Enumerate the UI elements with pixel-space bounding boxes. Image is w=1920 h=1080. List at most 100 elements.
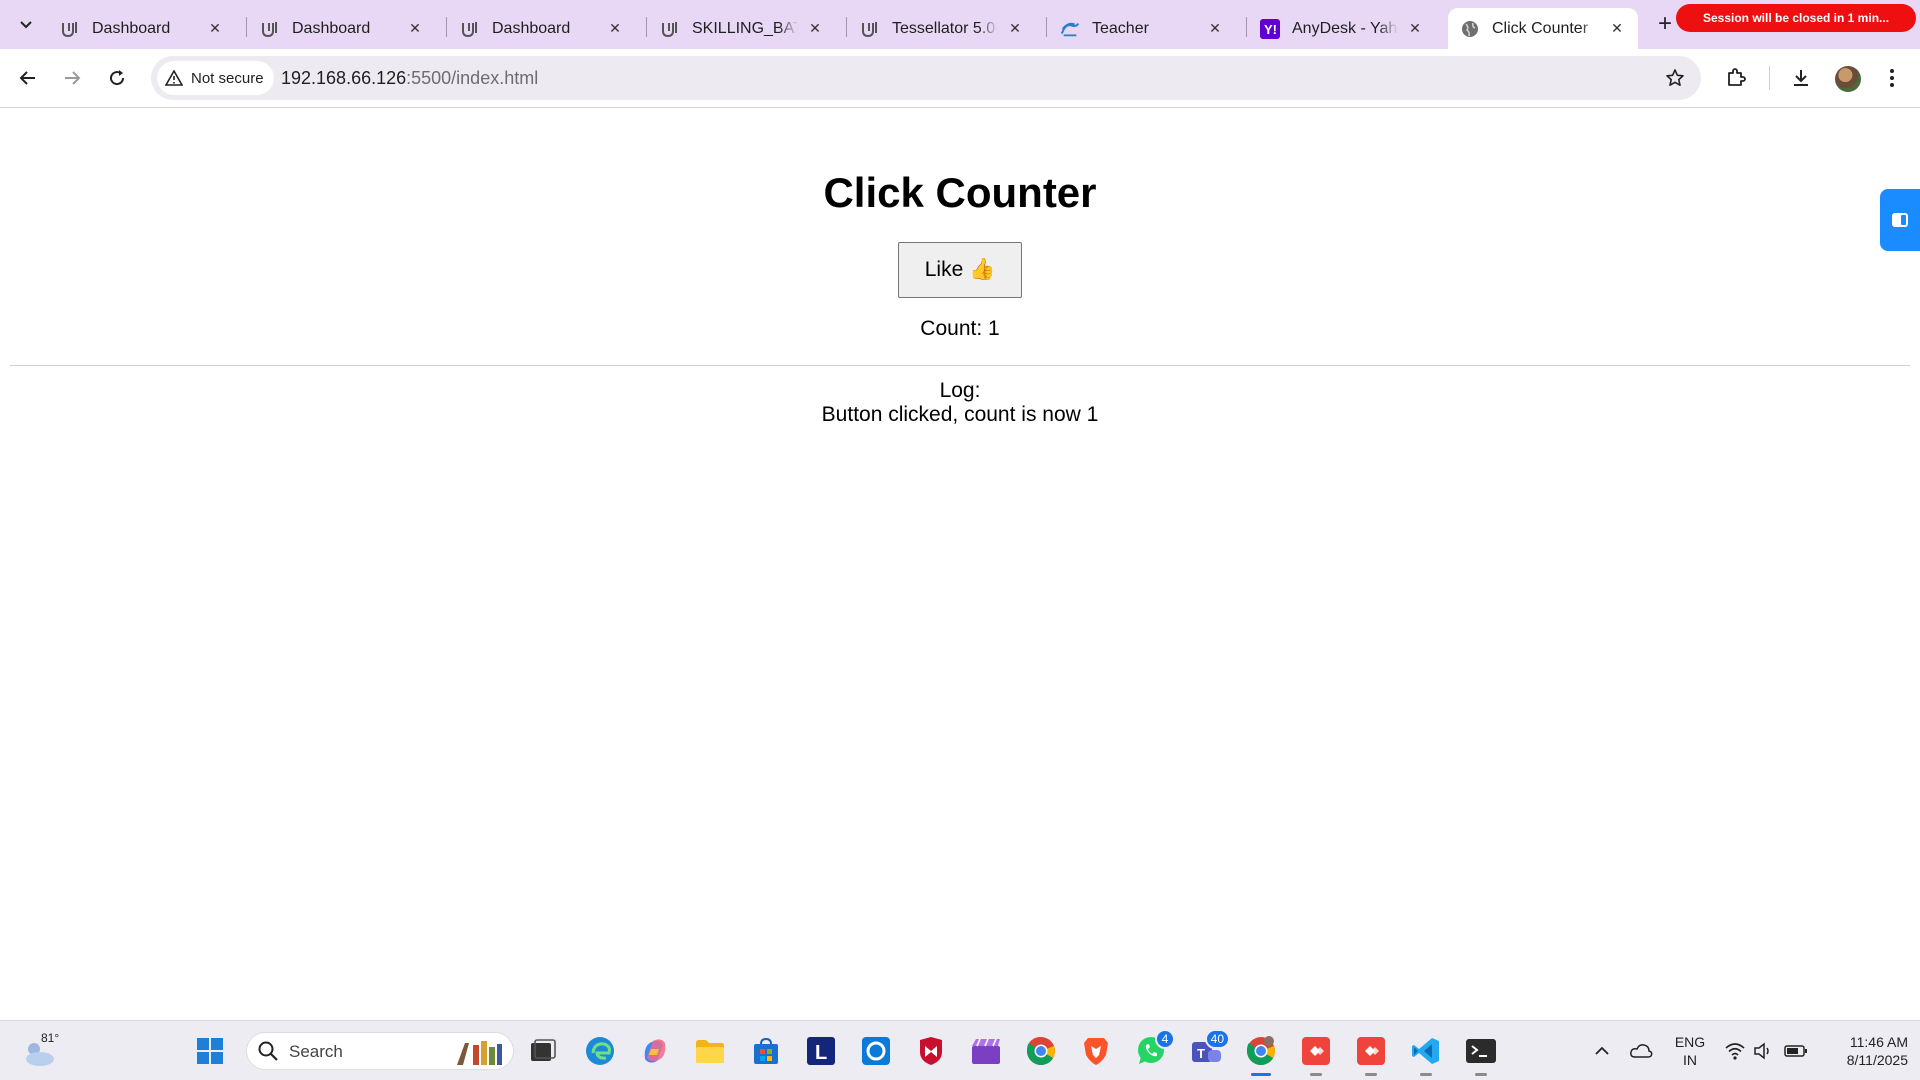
tab-title: Teacher <box>1092 19 1149 37</box>
copilot-app[interactable] <box>637 1033 673 1069</box>
star-icon <box>1666 69 1684 86</box>
weather-widget[interactable]: 81° <box>22 1031 62 1071</box>
teacher-icon <box>1060 19 1080 39</box>
volume-tray[interactable] <box>1751 1033 1775 1069</box>
log-section: Log: Button clicked, count is now 1 <box>0 379 1920 427</box>
arrow-right-icon <box>65 71 81 85</box>
task-view-button[interactable] <box>525 1033 561 1069</box>
svg-text:T: T <box>1197 1046 1205 1061</box>
onedrive-tray[interactable] <box>1627 1033 1655 1069</box>
edge-app[interactable] <box>582 1033 618 1069</box>
running-indicator <box>1310 1073 1322 1076</box>
taskbar-search[interactable]: Search <box>246 1032 514 1070</box>
tab-divider <box>1246 17 1247 37</box>
side-panel-widget[interactable] <box>1880 189 1920 251</box>
tab-teacher[interactable]: Teacher ✕ <box>1048 8 1236 49</box>
cortana-app[interactable] <box>858 1033 894 1069</box>
close-icon[interactable]: ✕ <box>1206 20 1224 38</box>
upgrad-icon <box>260 19 280 39</box>
tab-dashboard-2[interactable]: Dashboard ✕ <box>248 8 436 49</box>
url-text[interactable]: 192.168.66.126:5500/index.html <box>281 68 538 89</box>
vscode-app[interactable] <box>1408 1033 1444 1076</box>
battery-icon <box>1784 1045 1807 1057</box>
active-indicator <box>1251 1073 1271 1076</box>
upgrad-icon <box>660 19 680 39</box>
page-content: Click Counter Like 👍 Count: 1 Log: Butto… <box>0 109 1920 1020</box>
clock-date: 8/11/2025 <box>1846 1052 1908 1068</box>
l-app[interactable]: L <box>803 1033 839 1069</box>
toolbar-divider <box>1769 66 1770 90</box>
start-button[interactable] <box>192 1033 228 1069</box>
tab-title: SKILLING_BATCH <box>692 19 798 37</box>
show-hidden-icons[interactable] <box>1590 1033 1614 1069</box>
puzzle-icon <box>1728 68 1746 86</box>
file-explorer-app[interactable] <box>692 1033 728 1069</box>
tab-search-button[interactable] <box>10 8 42 40</box>
globe-icon <box>1460 19 1480 39</box>
battery-tray[interactable] <box>1782 1033 1810 1069</box>
wifi-tray[interactable] <box>1723 1033 1747 1069</box>
security-chip[interactable]: Not secure <box>157 61 274 95</box>
tab-title: Dashboard <box>92 19 171 37</box>
whatsapp-badge: 4 <box>1155 1029 1175 1049</box>
extensions-button[interactable] <box>1719 61 1753 95</box>
terminal-app[interactable] <box>1463 1033 1499 1076</box>
bookmark-star-button[interactable] <box>1663 66 1687 90</box>
teams-badge: 40 <box>1204 1029 1230 1049</box>
menu-button[interactable] <box>1875 61 1909 95</box>
new-tab-button[interactable]: + <box>1652 10 1678 37</box>
reload-button[interactable] <box>100 61 134 95</box>
plus-icon: + <box>1657 10 1672 37</box>
copilot-icon <box>644 1039 666 1063</box>
tab-title: Click Counter <box>1492 19 1589 37</box>
forward-button[interactable] <box>55 61 89 95</box>
mcafee-app[interactable] <box>913 1033 949 1069</box>
close-icon[interactable]: ✕ <box>1608 20 1626 38</box>
close-icon[interactable]: ✕ <box>606 20 624 38</box>
clock[interactable]: 11:46 AM 8/11/2025 <box>1818 1033 1908 1069</box>
task-view-icon <box>531 1039 556 1061</box>
tab-title: AnyDesk - Yahoo <box>1292 19 1398 37</box>
teams-app[interactable]: T 40 <box>1188 1029 1230 1069</box>
brave-lion-icon <box>1084 1038 1108 1065</box>
browser-toolbar: Not secure 192.168.66.126:5500/index.htm… <box>0 49 1920 108</box>
tab-divider <box>246 17 247 37</box>
brave-app[interactable] <box>1078 1033 1114 1069</box>
divider <box>10 365 1910 366</box>
clipchamp-app[interactable] <box>968 1033 1004 1069</box>
chrome-icon <box>1027 1036 1055 1065</box>
tab-anydesk-yahoo[interactable]: Y! AnyDesk - Yahoo ✕ <box>1248 8 1436 49</box>
tab-click-counter[interactable]: Click Counter ✕ <box>1448 8 1638 49</box>
profile-avatar[interactable] <box>1835 66 1861 92</box>
chrome-running-app[interactable] <box>1243 1033 1279 1076</box>
anydesk-app-2[interactable] <box>1353 1033 1389 1076</box>
log-label: Log: <box>939 379 981 402</box>
terminal-icon <box>1466 1039 1496 1063</box>
anydesk-app-1[interactable] <box>1298 1033 1334 1076</box>
close-icon[interactable]: ✕ <box>1006 20 1024 38</box>
tab-dashboard-1[interactable]: Dashboard ✕ <box>48 8 236 49</box>
address-bar[interactable]: Not secure 192.168.66.126:5500/index.htm… <box>151 56 1701 100</box>
tab-tessellator[interactable]: Tessellator 5.0-te ✕ <box>848 8 1036 49</box>
chrome-app[interactable] <box>1023 1033 1059 1069</box>
tab-title: Dashboard <box>292 19 371 37</box>
downloads-button[interactable] <box>1784 61 1818 95</box>
tab-divider <box>846 17 847 37</box>
close-icon[interactable]: ✕ <box>1406 20 1424 38</box>
back-button[interactable] <box>11 61 45 95</box>
whatsapp-app[interactable]: 4 <box>1133 1029 1175 1069</box>
language-indicator[interactable]: ENG IN <box>1670 1033 1710 1069</box>
arrow-left-icon <box>19 71 35 85</box>
like-button[interactable]: Like 👍 <box>898 242 1022 298</box>
running-indicator <box>1365 1073 1377 1076</box>
svg-text:L: L <box>815 1042 827 1064</box>
l-app-icon: L <box>807 1037 835 1065</box>
store-app[interactable] <box>748 1033 784 1069</box>
close-icon[interactable]: ✕ <box>806 20 824 38</box>
running-indicator <box>1475 1073 1487 1076</box>
tab-divider <box>446 17 447 37</box>
close-icon[interactable]: ✕ <box>206 20 224 38</box>
tab-skilling-batch[interactable]: SKILLING_BATCH ✕ <box>648 8 836 49</box>
close-icon[interactable]: ✕ <box>406 20 424 38</box>
tab-dashboard-3[interactable]: Dashboard ✕ <box>448 8 636 49</box>
